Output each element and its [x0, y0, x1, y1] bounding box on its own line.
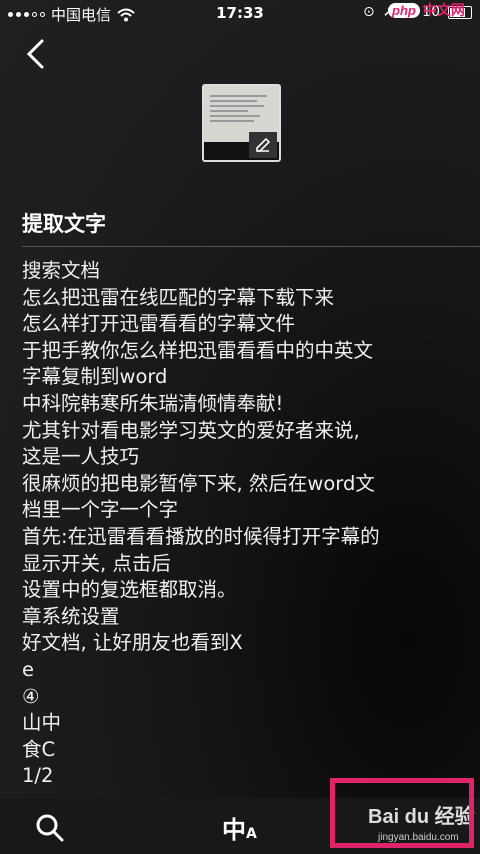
text-line: 设置中的复选框都取消。: [22, 578, 237, 602]
php-cn-text: 中文网: [422, 3, 465, 19]
document-thumbnail[interactable]: [202, 84, 281, 162]
text-line: 于把手教你怎么样把迅雷看看中的中英文: [22, 338, 374, 362]
text-line: 食C: [22, 737, 56, 761]
lang-main-label: 中: [222, 816, 246, 844]
text-line: 显示开关, 点击后: [22, 551, 171, 575]
text-line: 这是一人技巧: [22, 445, 140, 469]
search-button[interactable]: [30, 808, 70, 848]
text-line: 很麻烦的把电影暂停下来, 然后在word文: [22, 471, 375, 495]
language-toggle-button[interactable]: 中 A: [218, 806, 268, 846]
php-watermark: php 中文网: [388, 0, 465, 20]
text-line: 怎么样打开迅雷看看的字幕文件: [22, 312, 296, 336]
page-title: 提取文字: [22, 212, 106, 236]
chevron-left-icon: [26, 39, 44, 69]
title-divider: [22, 246, 480, 247]
highlight-box: [330, 778, 474, 848]
text-line: e: [22, 657, 34, 681]
text-line: 怎么把迅雷在线匹配的字幕下载下来: [22, 285, 335, 309]
search-icon: [36, 814, 64, 842]
text-line: 尤其针对看电影学习英文的爱好者来说,: [22, 418, 360, 442]
edit-icon: [256, 137, 271, 152]
text-line: 山中: [22, 711, 62, 735]
extracted-text-area[interactable]: 搜索文档怎么把迅雷在线匹配的字幕下载下来 怎么样打开迅雷看看的字幕文件 于把手教你怎…: [22, 258, 467, 798]
text-line: 章系统设置: [22, 604, 120, 628]
text-line: 档里一个字一个字: [22, 498, 179, 522]
lang-sub-label: A: [246, 826, 257, 842]
text-line: 搜索文档: [22, 259, 101, 282]
text-line: 首先:在迅雷看看播放的时候得打开字幕的: [22, 524, 380, 548]
edit-image-button[interactable]: [249, 132, 277, 158]
thumbnail-text-lines: [210, 92, 273, 125]
php-logo: php: [388, 2, 420, 18]
text-line: 字幕复制到word: [22, 365, 168, 389]
text-line: 中科院韩寒所朱瑞清倾情奉献!: [22, 391, 284, 415]
back-button[interactable]: [20, 36, 56, 72]
text-line: 好文档, 让好朋友也看到X: [22, 631, 243, 655]
rotation-lock-icon: ⊙: [362, 4, 375, 20]
text-line: ④: [22, 684, 40, 708]
